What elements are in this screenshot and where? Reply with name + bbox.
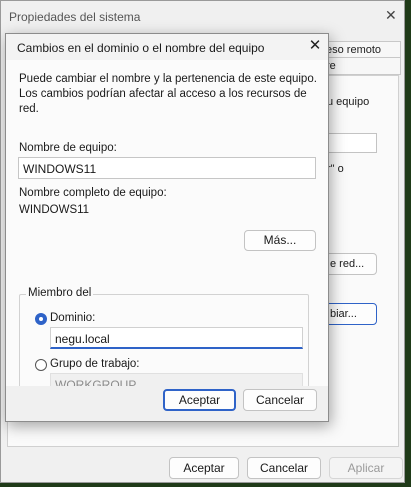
network-id-button[interactable]: e red...	[323, 253, 377, 275]
tab-partial[interactable]: re	[321, 58, 401, 75]
dialog-close-icon[interactable]: ✕	[306, 37, 324, 55]
window-title: Propiedades del sistema	[9, 10, 141, 24]
change-button[interactable]: biar...	[323, 303, 377, 325]
window-ok-button[interactable]: Aceptar	[169, 457, 239, 479]
domain-radio[interactable]	[35, 313, 47, 325]
computer-name-input[interactable]: WINDOWS11	[18, 157, 316, 179]
domain-option-label[interactable]: Dominio:	[50, 312, 95, 324]
window-cancel-button[interactable]: Cancelar	[247, 457, 321, 479]
window-close-icon[interactable]: ✕	[385, 7, 397, 24]
tab-bar: eso remoto re	[321, 41, 401, 75]
computer-name-label: Nombre de equipo:	[19, 142, 117, 154]
domain-input[interactable]: negu.local	[50, 327, 303, 349]
dialog-footer: Aceptar Cancelar	[6, 386, 328, 421]
partial-text-o: r" o	[327, 163, 344, 175]
workgroup-radio[interactable]	[35, 359, 47, 371]
workgroup-option-label[interactable]: Grupo de trabajo:	[50, 358, 140, 370]
partial-text-equipo: u equipo	[327, 96, 370, 108]
dialog-body: Puede cambiar el nombre y la pertenencia…	[6, 60, 328, 404]
ok-button[interactable]: Aceptar	[163, 389, 236, 411]
partial-field	[327, 133, 377, 153]
full-name-label: Nombre completo de equipo:	[19, 187, 167, 199]
cancel-button[interactable]: Cancelar	[243, 389, 317, 411]
more-button[interactable]: Más...	[244, 230, 316, 251]
intro-text: Puede cambiar el nombre y la pertenencia…	[19, 73, 317, 115]
domain-name-dialog: Cambios en el dominio o el nombre del eq…	[5, 33, 329, 422]
window-apply-button[interactable]: Aplicar	[329, 457, 403, 479]
member-of-label: Miembro del	[26, 287, 94, 299]
dialog-title: Cambios en el dominio o el nombre del eq…	[17, 41, 265, 55]
full-name-value: WINDOWS11	[19, 204, 90, 216]
tab-remote[interactable]: eso remoto	[321, 41, 401, 58]
